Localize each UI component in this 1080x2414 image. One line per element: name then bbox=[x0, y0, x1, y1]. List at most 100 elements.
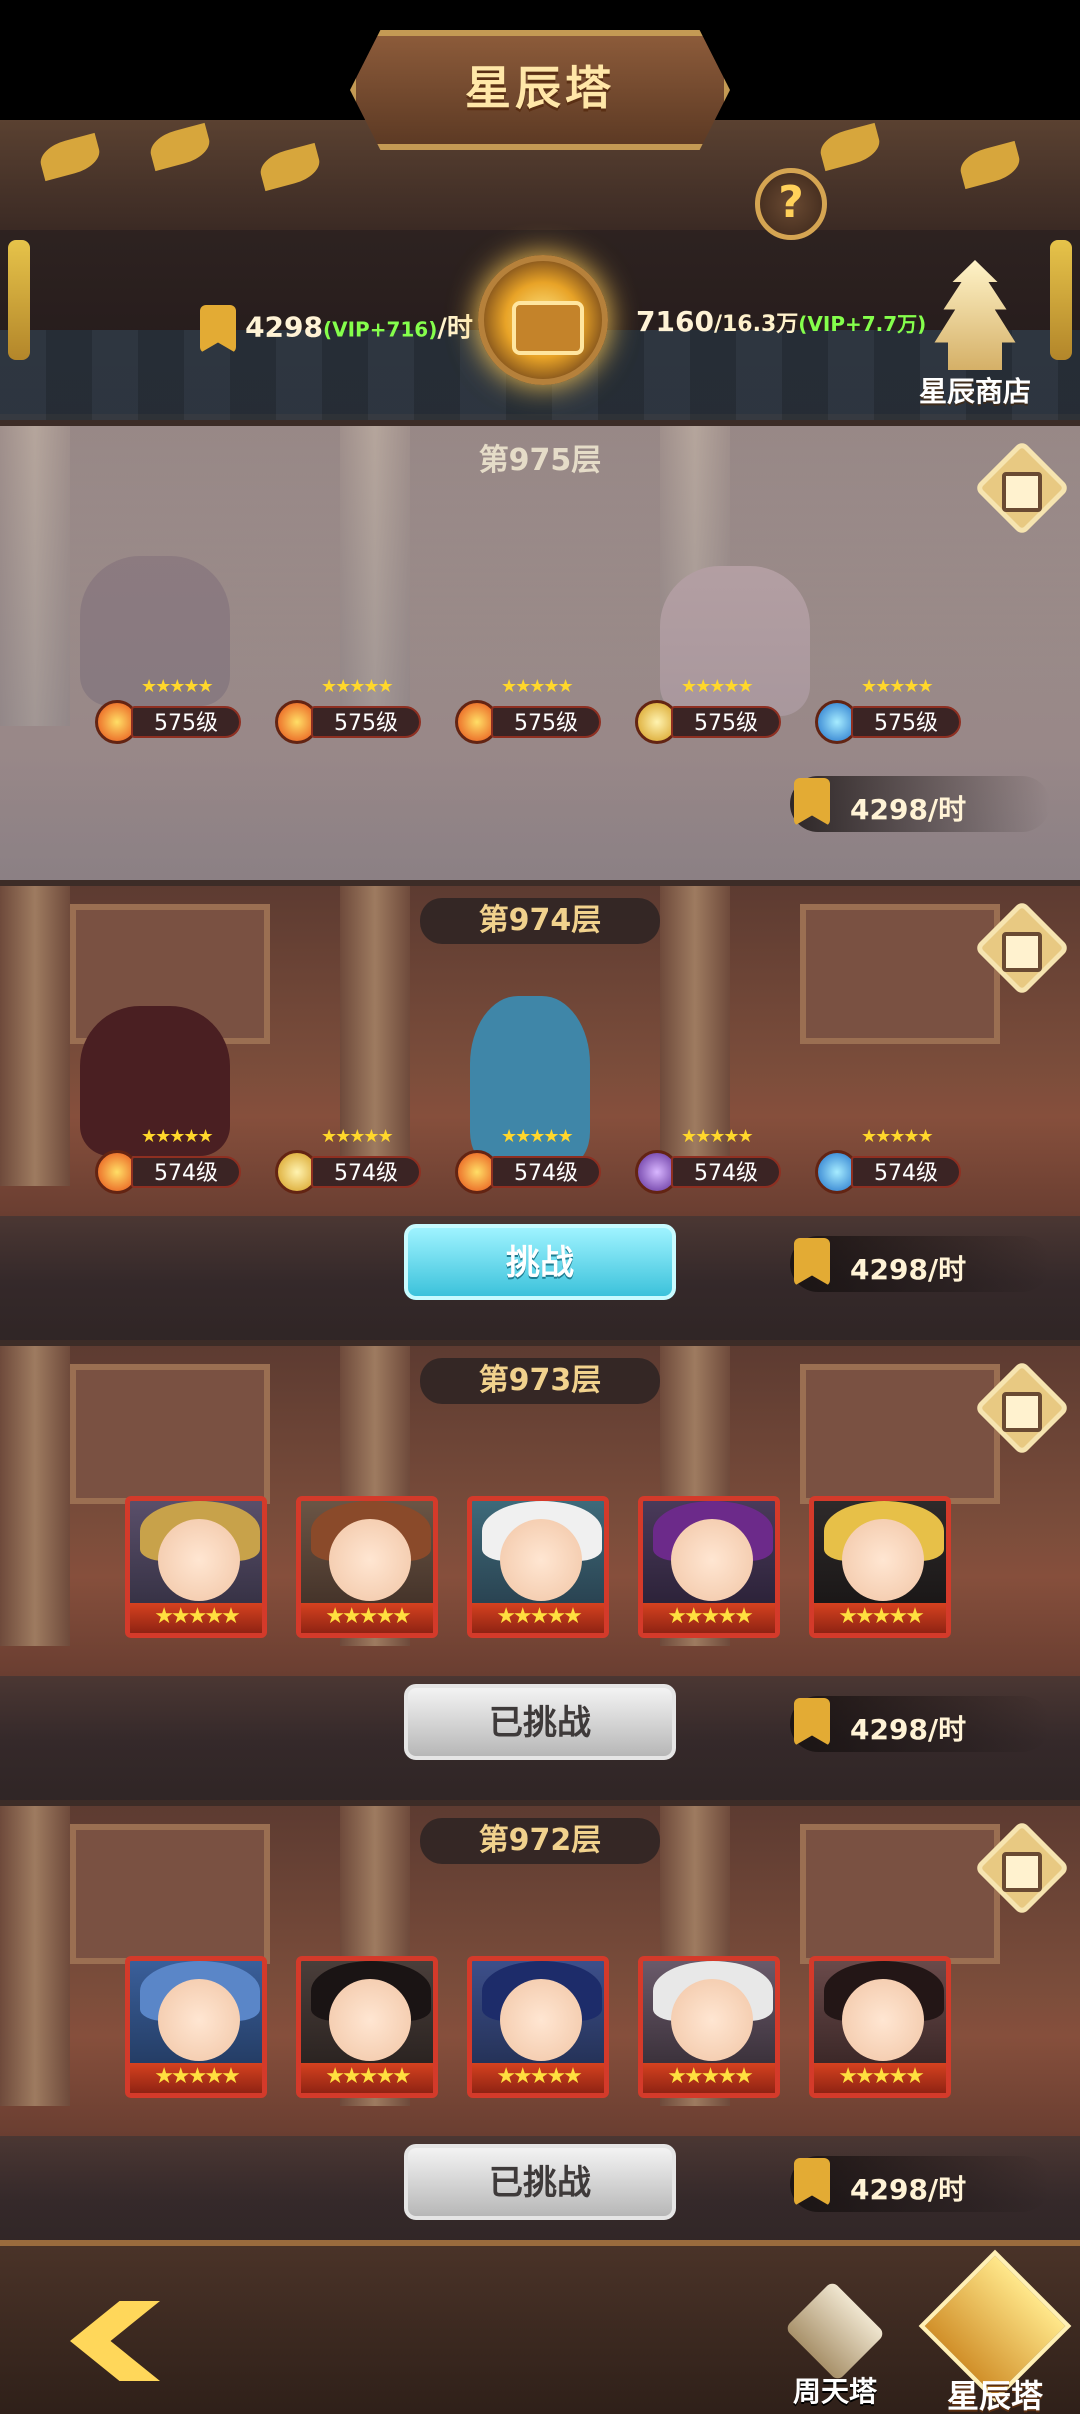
hero-level-tag[interactable]: ★★★★★ 575级 bbox=[455, 676, 605, 744]
back-button[interactable] bbox=[60, 2296, 170, 2386]
pillar bbox=[0, 1806, 70, 2106]
tower-coin-icon bbox=[794, 1698, 830, 1746]
hero-face bbox=[671, 1519, 753, 1601]
hero-face bbox=[500, 1979, 582, 2061]
floor-label: 第973层 bbox=[420, 1358, 660, 1404]
hero-lineup: ★★★★★ 575级 ★★★★★ 575级 ★★★★★ 575级 ★★★★★ 5… bbox=[95, 676, 995, 758]
floor-reward: 4298/时 bbox=[790, 776, 1050, 832]
hero-level: 575级 bbox=[851, 706, 961, 738]
hero-portraits: ★★★★★ ★★★★★ ★★★★★ ★★★★★ ★★★★★ bbox=[125, 1956, 965, 2101]
tab-weekly-tower[interactable]: 周天塔 bbox=[770, 2280, 900, 2410]
help-button[interactable]: ? bbox=[755, 168, 827, 240]
hero-level: 575级 bbox=[311, 706, 421, 738]
hero-level: 574级 bbox=[311, 1156, 421, 1188]
floor-label: 第974层 bbox=[420, 898, 660, 944]
star-rating: ★★★★★ bbox=[861, 1126, 934, 1147]
hero-level-tag[interactable]: ★★★★★ 574级 bbox=[275, 1126, 425, 1194]
hero-face bbox=[158, 1979, 240, 2061]
hero-face bbox=[158, 1519, 240, 1601]
hero-portrait[interactable]: ★★★★★ bbox=[467, 1956, 609, 2098]
challenge-button[interactable]: 挑战 bbox=[404, 1224, 676, 1300]
hero-level: 574级 bbox=[491, 1156, 601, 1188]
hero-level-tag[interactable]: ★★★★★ 575级 bbox=[275, 676, 425, 744]
pillar bbox=[0, 886, 70, 1186]
hero-face bbox=[500, 1519, 582, 1601]
hero-level-tag[interactable]: ★★★★★ 575级 bbox=[815, 676, 965, 744]
hero-portrait[interactable]: ★★★★★ bbox=[638, 1496, 780, 1638]
star-rating: ★★★★★ bbox=[130, 2063, 262, 2093]
hero-portrait[interactable]: ★★★★★ bbox=[638, 1956, 780, 2098]
floor-974: 第974层 ★★★★★ 574级 ★★★★★ 574级 ★★★★★ 574级 ★… bbox=[0, 880, 1080, 1340]
floor-reward: 4298/时 bbox=[790, 1236, 1050, 1292]
pagoda-icon bbox=[934, 260, 1016, 370]
weekly-tower-icon bbox=[784, 2280, 886, 2382]
star-rating: ★★★★★ bbox=[814, 1603, 946, 1633]
hero-portrait[interactable]: ★★★★★ bbox=[809, 1496, 951, 1638]
hero-portrait[interactable]: ★★★★★ bbox=[296, 1956, 438, 2098]
stored-amount: 7160 bbox=[636, 305, 714, 338]
reward-rate: 4298/时 bbox=[850, 793, 967, 826]
hero-face bbox=[671, 1979, 753, 2061]
hero-level-tag[interactable]: ★★★★★ 575级 bbox=[95, 676, 245, 744]
hero-level: 574级 bbox=[671, 1156, 781, 1188]
page-title: 星辰塔 bbox=[465, 61, 615, 115]
hourly-income: 4298(VIP+716)/时 bbox=[200, 305, 473, 353]
tower-coin-icon bbox=[794, 778, 830, 826]
star-rating: ★★★★★ bbox=[681, 1126, 754, 1147]
hero-portrait[interactable]: ★★★★★ bbox=[809, 1956, 951, 2098]
lantern-left bbox=[8, 240, 30, 360]
hero-face bbox=[842, 1519, 924, 1601]
hero-portrait[interactable]: ★★★★★ bbox=[125, 1956, 267, 2098]
hero-level-tag[interactable]: ★★★★★ 574级 bbox=[635, 1126, 785, 1194]
document-icon bbox=[1002, 932, 1042, 972]
wall-panel bbox=[800, 904, 1000, 1044]
back-arrow-icon bbox=[70, 2301, 160, 2381]
floor-reward: 4298/时 bbox=[790, 1696, 1050, 1752]
tower-coin-icon bbox=[794, 1238, 830, 1286]
hero-portrait[interactable]: ★★★★★ bbox=[125, 1496, 267, 1638]
hero-level-tag[interactable]: ★★★★★ 574级 bbox=[815, 1126, 965, 1194]
hero-level: 574级 bbox=[851, 1156, 961, 1188]
floor-973: 第973层 ★★★★★ ★★★★★ ★★★★★ ★★★★★ ★★★★★ 已挑战 … bbox=[0, 1340, 1080, 1800]
hero-level-tag[interactable]: ★★★★★ 574级 bbox=[95, 1126, 245, 1194]
document-icon bbox=[1002, 1392, 1042, 1432]
hero-portrait[interactable]: ★★★★★ bbox=[296, 1496, 438, 1638]
shop-label: 星辰商店 bbox=[918, 375, 1031, 408]
document-icon bbox=[1002, 472, 1042, 512]
wall-panel bbox=[800, 1824, 1000, 1964]
stored-income: 7160/16.3万(VIP+7.7万) bbox=[636, 305, 926, 338]
star-rating: ★★★★★ bbox=[141, 676, 214, 697]
hero-portrait[interactable]: ★★★★★ bbox=[467, 1496, 609, 1638]
tab-label: 星辰塔 bbox=[946, 2377, 1043, 2414]
reward-rate: 4298/时 bbox=[850, 1713, 967, 1746]
reward-rate: 4298/时 bbox=[850, 2173, 967, 2206]
tower-coin-icon bbox=[794, 2158, 830, 2206]
hero-level: 574级 bbox=[131, 1156, 241, 1188]
pillar bbox=[0, 1346, 70, 1646]
hero-level: 575级 bbox=[671, 706, 781, 738]
hero-face bbox=[329, 1979, 411, 2061]
hero-level: 575级 bbox=[131, 706, 241, 738]
treasure-chest-button[interactable] bbox=[478, 255, 608, 385]
star-rating: ★★★★★ bbox=[130, 1603, 262, 1633]
star-rating: ★★★★★ bbox=[321, 676, 394, 697]
star-shop-button[interactable]: 星辰商店 bbox=[905, 260, 1045, 410]
tower-coin-icon bbox=[200, 305, 236, 353]
hero-face bbox=[842, 1979, 924, 2061]
star-rating: ★★★★★ bbox=[301, 2063, 433, 2093]
hero-level: 575级 bbox=[491, 706, 601, 738]
challenged-button[interactable]: 已挑战 bbox=[404, 1684, 676, 1760]
hero-level-tag[interactable]: ★★★★★ 575级 bbox=[635, 676, 785, 744]
tab-star-tower[interactable]: 星辰塔 bbox=[915, 2249, 1075, 2414]
challenged-button[interactable]: 已挑战 bbox=[404, 2144, 676, 2220]
wall-panel bbox=[70, 1824, 270, 1964]
income-amount: 4298 bbox=[245, 310, 323, 344]
income-unit: /时 bbox=[437, 313, 473, 344]
hero-level-tag[interactable]: ★★★★★ 574级 bbox=[455, 1126, 605, 1194]
lantern-right bbox=[1050, 240, 1072, 360]
bottom-nav: 周天塔 星辰塔 bbox=[0, 2240, 1080, 2414]
star-rating: ★★★★★ bbox=[643, 2063, 775, 2093]
wall-panel bbox=[70, 1364, 270, 1504]
floor-label: 第975层 bbox=[478, 443, 602, 478]
star-rating: ★★★★★ bbox=[814, 2063, 946, 2093]
